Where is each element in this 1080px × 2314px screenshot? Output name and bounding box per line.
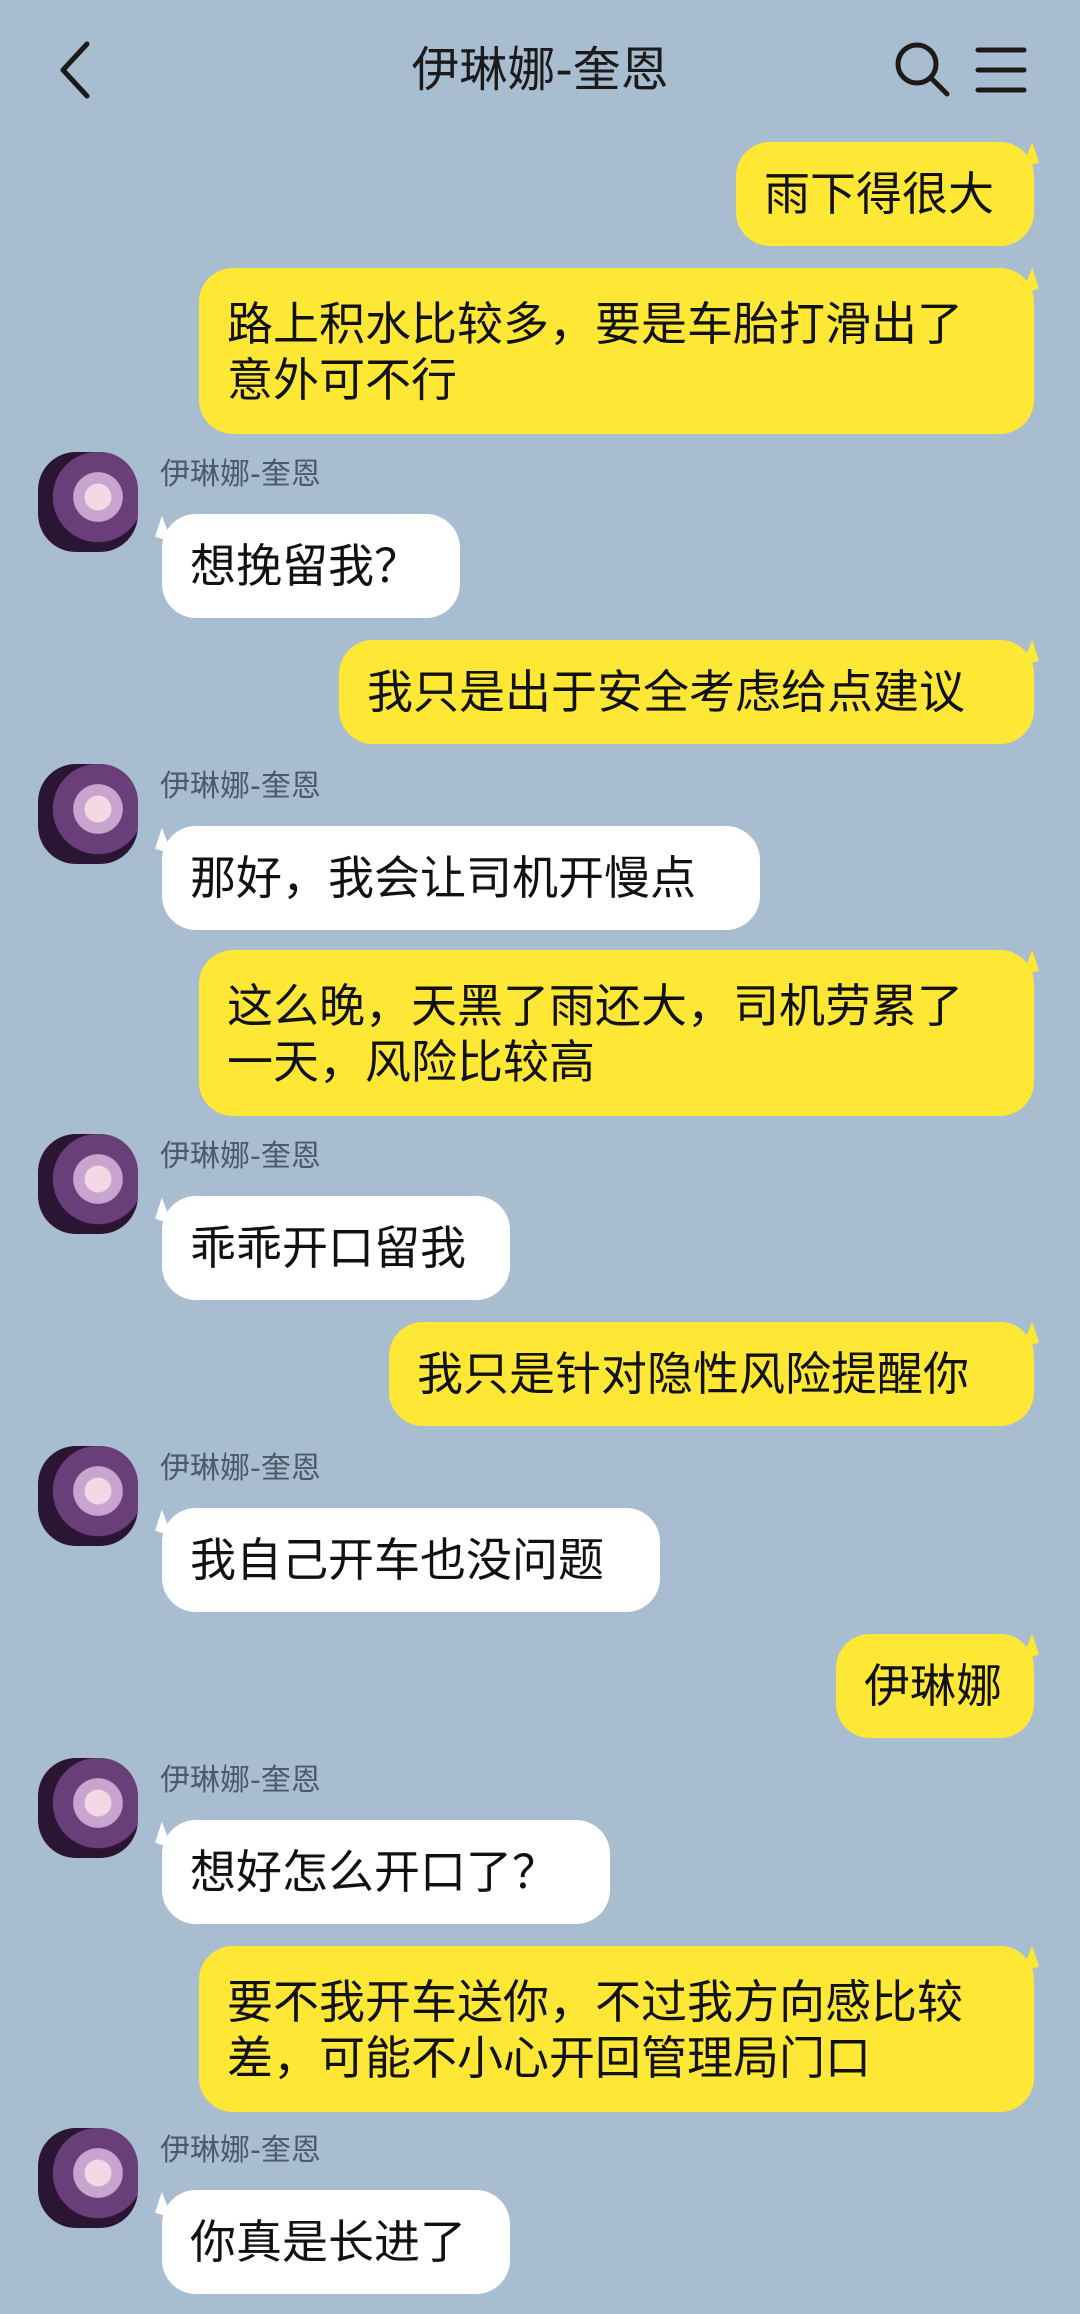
- incoming-message[interactable]: 想挽留我？: [162, 514, 460, 618]
- outgoing-message[interactable]: 伊琳娜: [836, 1634, 1034, 1738]
- incoming-message[interactable]: 我自己开车也没问题: [162, 1508, 660, 1612]
- avatar[interactable]: [38, 1134, 138, 1234]
- incoming-message[interactable]: 乖乖开口留我: [162, 1196, 510, 1300]
- message-text: 你真是长进了: [190, 2215, 466, 2269]
- message-text: 伊琳娜: [864, 1659, 1002, 1713]
- sender-name: 伊琳娜-奎恩: [160, 2133, 321, 2168]
- avatar[interactable]: [38, 764, 138, 864]
- message-text: 想挽留我？: [190, 539, 420, 593]
- incoming-message[interactable]: 那好，我会让司机开慢点: [162, 826, 760, 930]
- top-bar: 伊琳娜-奎恩: [0, 0, 1080, 140]
- message-text: 我只是针对隐性风险提醒你: [417, 1347, 969, 1401]
- menu-icon[interactable]: [975, 44, 1027, 96]
- message-text: 雨下得很大: [764, 167, 994, 221]
- message-text: 我只是出于安全考虑给点建议: [367, 665, 965, 719]
- sender-name: 伊琳娜-奎恩: [160, 769, 321, 804]
- sender-name: 伊琳娜-奎恩: [160, 1763, 321, 1798]
- message-text: 这么晚，天黑了雨还大，司机劳累了一天，风险比较高: [227, 979, 963, 1089]
- outgoing-message[interactable]: 我只是针对隐性风险提醒你: [389, 1322, 1034, 1426]
- incoming-message[interactable]: 想好怎么开口了？: [162, 1820, 610, 1924]
- outgoing-message[interactable]: 这么晚，天黑了雨还大，司机劳累了一天，风险比较高: [199, 950, 1034, 1116]
- chevron-left-icon[interactable]: [55, 38, 95, 102]
- outgoing-message[interactable]: 要不我开车送你，不过我方向感比较差，可能不小心开回管理局门口: [199, 1946, 1034, 2112]
- sender-name: 伊琳娜-奎恩: [160, 457, 321, 492]
- message-text: 我自己开车也没问题: [190, 1533, 604, 1587]
- chat-title: 伊琳娜-奎恩: [411, 42, 669, 98]
- avatar[interactable]: [38, 452, 138, 552]
- incoming-message[interactable]: 你真是长进了: [162, 2190, 510, 2294]
- outgoing-message[interactable]: 路上积水比较多，要是车胎打滑出了意外可不行: [199, 268, 1034, 434]
- search-icon[interactable]: [893, 40, 951, 98]
- sender-name: 伊琳娜-奎恩: [160, 1451, 321, 1486]
- avatar[interactable]: [38, 2128, 138, 2228]
- message-text: 要不我开车送你，不过我方向感比较差，可能不小心开回管理局门口: [227, 1975, 963, 2085]
- avatar[interactable]: [38, 1446, 138, 1546]
- outgoing-message[interactable]: 雨下得很大: [736, 142, 1034, 246]
- outgoing-message[interactable]: 我只是出于安全考虑给点建议: [339, 640, 1034, 744]
- message-text: 路上积水比较多，要是车胎打滑出了意外可不行: [227, 297, 963, 407]
- message-text: 那好，我会让司机开慢点: [190, 851, 696, 905]
- message-text: 乖乖开口留我: [190, 1221, 466, 1275]
- avatar[interactable]: [38, 1758, 138, 1858]
- sender-name: 伊琳娜-奎恩: [160, 1139, 321, 1174]
- message-text: 想好怎么开口了？: [190, 1845, 558, 1899]
